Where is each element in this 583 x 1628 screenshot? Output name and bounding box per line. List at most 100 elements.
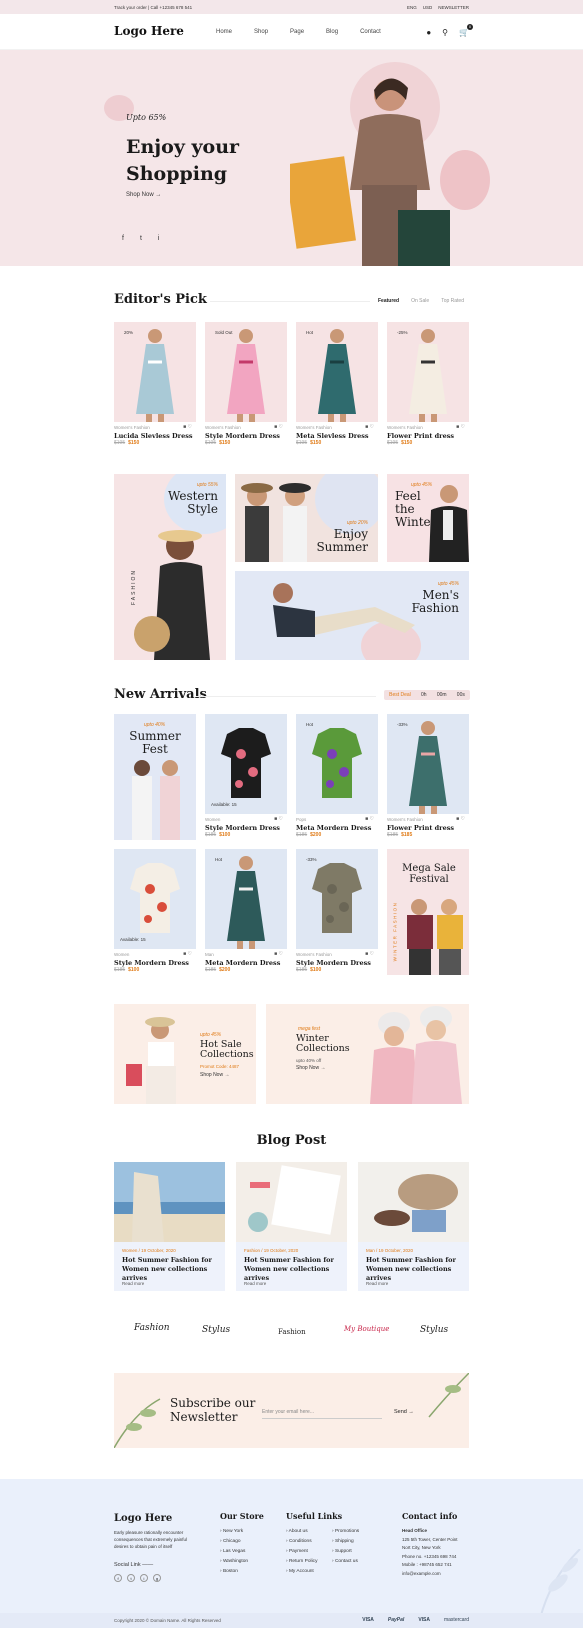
blog-read-more[interactable]: Read more — [366, 1281, 388, 1286]
footer-link[interactable]: › Support — [332, 1547, 359, 1557]
heart-icon[interactable]: ♡ — [279, 816, 283, 822]
topbar-track-call[interactable]: Track your order | Call +12345 678 541 — [114, 5, 192, 10]
product-image[interactable] — [296, 849, 378, 949]
footer-store-link[interactable]: › Las Vegas — [220, 1547, 248, 1557]
footer-store-link[interactable]: › Chicago — [220, 1537, 248, 1547]
blog-title[interactable]: Hot Summer Fashion for Women new collect… — [244, 1256, 344, 1283]
product-name[interactable]: Flower Print dress — [387, 824, 454, 832]
footer-link[interactable]: › Shipping — [332, 1537, 359, 1547]
tab-featured[interactable]: Featured — [378, 298, 399, 304]
brand-logo[interactable]: Fashion — [278, 1328, 306, 1336]
footer-facebook-icon[interactable]: f — [114, 1574, 122, 1582]
footer-instagram-icon[interactable]: i — [140, 1574, 148, 1582]
cart-icon[interactable]: ■ — [365, 951, 368, 957]
product-image[interactable] — [387, 714, 469, 814]
footer-link[interactable]: › My Account — [286, 1567, 317, 1577]
product-image[interactable] — [296, 714, 378, 814]
footer-mobile[interactable]: Mobile : +98745 652 741 — [402, 1561, 457, 1570]
product-image[interactable] — [114, 322, 196, 422]
product-name[interactable]: Style Mordern Dress — [296, 959, 371, 967]
language-select[interactable]: ENG — [407, 5, 417, 10]
winter-shop-button[interactable]: Shop Now → — [296, 1065, 325, 1071]
footer-google-icon[interactable]: g — [153, 1574, 161, 1582]
banner-winter-collections[interactable]: mega fest Winter Collections upto 40% of… — [266, 1004, 469, 1104]
footer-link[interactable]: › Return Policy — [286, 1557, 317, 1567]
heart-icon[interactable]: ♡ — [370, 424, 374, 430]
cart-icon[interactable]: ■ — [274, 951, 277, 957]
blog-read-more[interactable]: Read more — [244, 1281, 266, 1286]
product-name[interactable]: Meta Slevless Dress — [296, 432, 369, 440]
product-name[interactable]: Flower Print dress — [387, 432, 454, 440]
product-name[interactable]: Lucida Slevless Dress — [114, 432, 193, 440]
footer-twitter-icon[interactable]: t — [127, 1574, 135, 1582]
cart-icon[interactable]: ■ — [274, 424, 277, 430]
product-image[interactable] — [387, 322, 469, 422]
cart-icon[interactable]: ■ — [183, 424, 186, 430]
promo-mega-sale[interactable]: Mega Sale Festival WINTER FASHION — [387, 849, 469, 975]
banner-hot-sale[interactable]: upto 45% Hot Sale Collections Promot Cod… — [114, 1004, 256, 1104]
footer-phone[interactable]: Phone no. +12345 698 744 — [402, 1553, 457, 1562]
footer-store-link[interactable]: › Boston — [220, 1567, 248, 1577]
footer-link[interactable]: › Payment — [286, 1547, 317, 1557]
heart-icon[interactable]: ♡ — [188, 424, 192, 430]
product-image[interactable] — [205, 322, 287, 422]
currency-select[interactable]: USD — [423, 5, 433, 10]
blog-card[interactable]: Women / 19 October, 2020 Hot Summer Fash… — [114, 1162, 225, 1291]
footer-link[interactable]: › Promotions — [332, 1527, 359, 1537]
promo-western-style[interactable]: upto 55% Western Style FASHION — [114, 474, 226, 660]
product-name[interactable]: Style Mordern Dress — [114, 959, 189, 967]
brand-logo[interactable]: My Boutique — [344, 1325, 389, 1333]
cart-icon[interactable]: 🛒 0 — [459, 24, 473, 37]
user-icon[interactable]: ● — [426, 28, 431, 37]
product-name[interactable]: Meta Mordern Dress — [205, 959, 280, 967]
cart-icon[interactable]: ■ — [365, 816, 368, 822]
blog-card[interactable]: Fashion / 19 October, 2020 Hot Summer Fa… — [236, 1162, 347, 1291]
footer-logo[interactable]: Logo Here — [114, 1513, 172, 1524]
nav-home[interactable]: Home — [216, 29, 232, 35]
blog-card[interactable]: Man / 19 October, 2020 Hot Summer Fashio… — [358, 1162, 469, 1291]
promo-mens-fashion[interactable]: upto 45% Men's Fashion — [235, 571, 469, 660]
heart-icon[interactable]: ♡ — [370, 951, 374, 957]
newsletter-email-input[interactable]: Enter your email here... — [262, 1409, 382, 1419]
newsletter-send-button[interactable]: Send → — [394, 1409, 414, 1415]
heart-icon[interactable]: ♡ — [279, 951, 283, 957]
product-image[interactable] — [296, 322, 378, 422]
nav-page[interactable]: Page — [290, 29, 304, 35]
nav-blog[interactable]: Blog — [326, 29, 338, 35]
heart-icon[interactable]: ♡ — [279, 424, 283, 430]
cart-icon[interactable]: ■ — [456, 424, 459, 430]
footer-email[interactable]: info@example.com — [402, 1570, 457, 1579]
twitter-icon[interactable]: t — [140, 235, 142, 242]
cart-icon[interactable]: ■ — [456, 816, 459, 822]
footer-link[interactable]: › Conditions — [286, 1537, 317, 1547]
footer-link[interactable]: › Contact us — [332, 1557, 359, 1567]
site-logo[interactable]: Logo Here — [114, 24, 184, 38]
promo-feel-winter[interactable]: upto 45% Feel the Winter — [387, 474, 469, 562]
heart-icon[interactable]: ♡ — [461, 816, 465, 822]
blog-read-more[interactable]: Read more — [122, 1281, 144, 1286]
product-name[interactable]: Meta Mordern Dress — [296, 824, 371, 832]
instagram-icon[interactable]: i — [158, 235, 160, 242]
product-image[interactable] — [205, 714, 287, 814]
heart-icon[interactable]: ♡ — [370, 816, 374, 822]
hot-sale-shop-button[interactable]: Shop Now → — [200, 1072, 229, 1078]
cart-icon[interactable]: ■ — [274, 816, 277, 822]
tab-top-rated[interactable]: Top Rated — [441, 298, 464, 304]
footer-link[interactable]: › About us — [286, 1527, 317, 1537]
tab-on-sale[interactable]: On Sale — [411, 298, 429, 304]
facebook-icon[interactable]: f — [122, 235, 124, 242]
promo-summer-fest[interactable]: upto 40% Summer Fest — [114, 714, 196, 840]
blog-title[interactable]: Hot Summer Fashion for Women new collect… — [122, 1256, 222, 1283]
brand-logo[interactable]: Fashion — [134, 1323, 170, 1333]
heart-icon[interactable]: ♡ — [461, 424, 465, 430]
cart-icon[interactable]: ■ — [183, 951, 186, 957]
product-name[interactable]: Style Mordern Dress — [205, 432, 280, 440]
brand-logo[interactable]: Stylus — [202, 1325, 230, 1335]
hero-shop-now-button[interactable]: Shop Now → — [126, 192, 161, 198]
nav-contact[interactable]: Contact — [360, 29, 381, 35]
footer-store-link[interactable]: › Washington — [220, 1557, 248, 1567]
search-icon[interactable]: ⚲ — [442, 28, 448, 37]
product-image[interactable] — [114, 849, 196, 949]
footer-store-link[interactable]: › New York — [220, 1527, 248, 1537]
blog-title[interactable]: Hot Summer Fashion for Women new collect… — [366, 1256, 466, 1283]
